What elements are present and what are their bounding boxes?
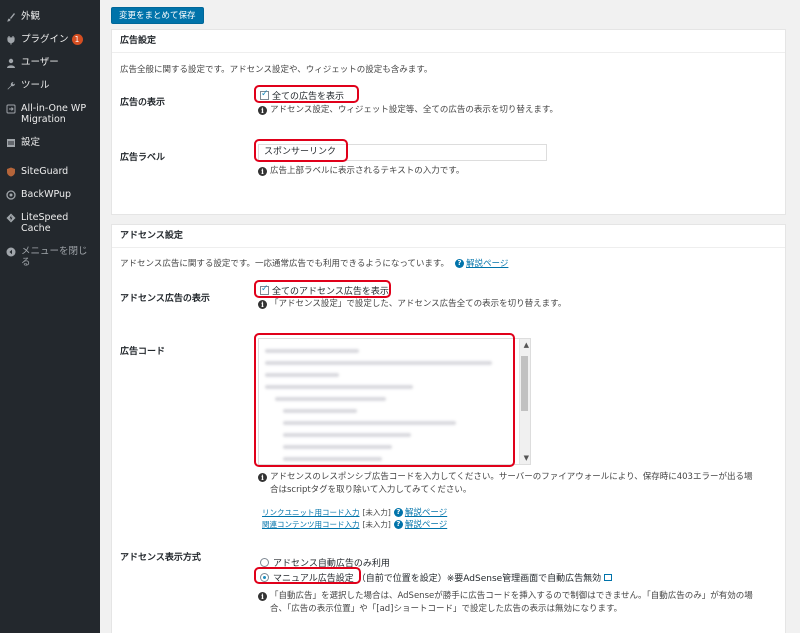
wrench-icon bbox=[5, 80, 16, 91]
panel-title: 広告設定 bbox=[112, 30, 785, 53]
explanation-link[interactable]: 解説ページ bbox=[466, 257, 508, 269]
related-content-row: 関連コンテンツ用コード入力 [未入力] ? 解説ページ bbox=[262, 518, 448, 530]
panel-title: アドセンス設定 bbox=[112, 225, 785, 248]
highlight-box bbox=[254, 333, 515, 467]
paintbrush-icon bbox=[5, 11, 16, 22]
ad-label-label: 広告ラベル bbox=[120, 153, 166, 163]
radio-circle[interactable] bbox=[260, 573, 269, 582]
adsense-mode-label: アドセンス表示方式 bbox=[120, 553, 201, 563]
radio-circle[interactable] bbox=[260, 558, 269, 567]
help-question-icon: ? bbox=[455, 258, 465, 268]
explanation-link[interactable]: 解説ページ bbox=[405, 506, 447, 518]
siteguard-icon bbox=[5, 166, 16, 177]
ad-code-help: i アドセンスのレスポンシブ広告コードを入力してください。サーバーのファイアウォ… bbox=[258, 471, 778, 497]
migration-icon bbox=[5, 103, 16, 114]
image-icon bbox=[604, 574, 613, 581]
scroll-thumb[interactable] bbox=[521, 356, 528, 411]
adsense-display-label: アドセンス広告の表示 bbox=[120, 294, 210, 304]
ad-code-label: 広告コード bbox=[120, 347, 166, 357]
adsense-mode-help: i 「自動広告」を選択した場合は、AdSenseが勝手に広告コードを挿入するので… bbox=[258, 590, 788, 616]
scroll-up-arrow-icon[interactable]: ▲ bbox=[524, 341, 529, 349]
info-icon: i bbox=[258, 167, 267, 176]
update-count-badge: 1 bbox=[71, 34, 83, 45]
sidebar-item-siteguard[interactable]: SiteGuard bbox=[0, 160, 100, 183]
link-unit-code-link[interactable]: リンクユニット用コード入力 bbox=[262, 507, 360, 518]
sidebar-item-appearance[interactable]: 外観 bbox=[0, 5, 100, 28]
sidebar-item-settings[interactable]: 設定 bbox=[0, 131, 100, 154]
ad-settings-panel: 広告設定 広告全般に関する設定です。アドセンス設定や、ウィジェットの設定も含みま… bbox=[111, 29, 786, 215]
link-unit-row: リンクユニット用コード入力 [未入力] ? 解説ページ bbox=[262, 506, 448, 518]
panel-description: 広告全般に関する設定です。アドセンス設定や、ウィジェットの設定も含みます。 bbox=[120, 65, 433, 75]
panel-description: アドセンス広告に関する設定です。一応通常広告でも利用できるようになっています。 bbox=[120, 259, 450, 269]
info-icon: i bbox=[258, 106, 267, 115]
sidebar-item-tools[interactable]: ツール bbox=[0, 74, 100, 97]
scroll-down-arrow-icon[interactable]: ▼ bbox=[524, 454, 529, 462]
collapse-icon bbox=[5, 246, 16, 257]
show-all-adsense-checkbox[interactable]: 全てのアドセンス広告を表示 bbox=[260, 284, 389, 297]
highlight-box bbox=[254, 139, 348, 162]
sidebar-item-users[interactable]: ユーザー bbox=[0, 51, 100, 74]
manual-ads-radio[interactable]: マニュアル広告設定 （自前で位置を設定）※要AdSense管理画面で自動広告無効 bbox=[260, 571, 613, 584]
info-icon: i bbox=[258, 473, 267, 482]
explanation-link[interactable]: 解説ページ bbox=[405, 518, 447, 530]
sidebar-item-plugins[interactable]: プラグイン 1 bbox=[0, 28, 100, 51]
backwpup-icon bbox=[5, 189, 16, 200]
ad-display-help: i アドセンス設定、ウィジェット設定等、全ての広告の表示を切り替えます。 bbox=[258, 104, 558, 117]
settings-icon bbox=[5, 137, 16, 148]
main-content: 変更をまとめて保存 広告設定 広告全般に関する設定です。アドセンス設定や、ウィジ… bbox=[100, 0, 800, 633]
help-question-icon: ? bbox=[393, 507, 403, 517]
sidebar-item-migration[interactable]: All-in-One WP Migration bbox=[0, 97, 100, 131]
checkbox-box[interactable] bbox=[260, 284, 269, 295]
help-question-icon: ? bbox=[393, 519, 403, 529]
user-icon bbox=[5, 57, 16, 68]
checkbox-box[interactable] bbox=[260, 89, 269, 100]
plug-icon bbox=[5, 34, 16, 45]
admin-sidebar: 外観 プラグイン 1 ユーザー ツール All-in-One WP Migrati… bbox=[0, 0, 100, 633]
litespeed-icon bbox=[5, 212, 16, 223]
adsense-settings-panel: アドセンス設定 アドセンス広告に関する設定です。一応通常広告でも利用できるように… bbox=[111, 224, 786, 633]
sidebar-item-backwpup[interactable]: BackWPup bbox=[0, 183, 100, 206]
sidebar-item-litespeed[interactable]: LiteSpeed Cache bbox=[0, 206, 100, 240]
ad-display-label: 広告の表示 bbox=[120, 98, 166, 108]
save-all-button[interactable]: 変更をまとめて保存 bbox=[111, 7, 204, 24]
info-icon: i bbox=[258, 300, 267, 309]
collapse-menu-button[interactable]: メニューを閉じる bbox=[0, 240, 100, 274]
show-all-ads-checkbox[interactable]: 全ての広告を表示 bbox=[260, 89, 344, 102]
related-content-code-link[interactable]: 関連コンテンツ用コード入力 bbox=[262, 519, 360, 530]
textarea-scrollbar[interactable]: ▲ ▼ bbox=[519, 339, 530, 464]
adsense-display-help: i 「アドセンス設定」で設定した、アドセンス広告全ての表示を切り替えます。 bbox=[258, 298, 566, 311]
info-icon: i bbox=[258, 592, 267, 601]
ad-label-help: i 広告上部ラベルに表示されるテキストの入力です。 bbox=[258, 165, 464, 178]
